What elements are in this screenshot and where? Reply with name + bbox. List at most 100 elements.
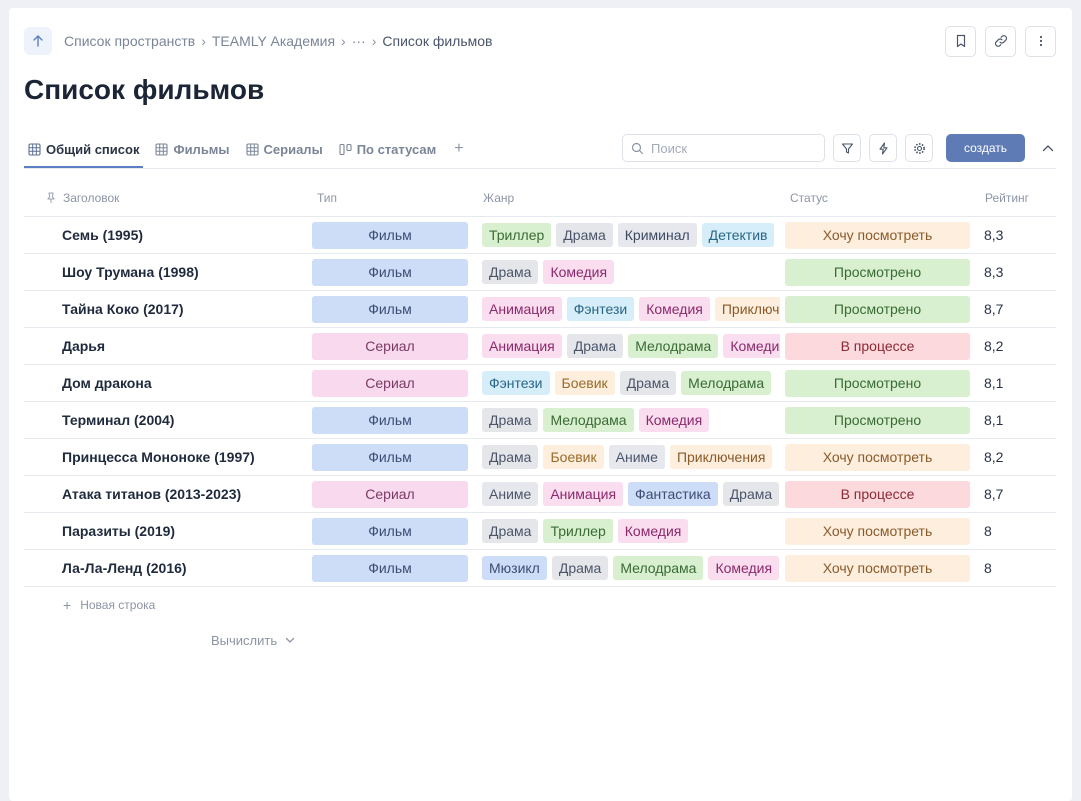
row-rating[interactable]: 8,2 (984, 439, 1003, 475)
top-actions (945, 25, 1056, 57)
copy-link-button[interactable] (985, 25, 1016, 57)
row-status-cell[interactable]: Хочу посмотреть (785, 217, 970, 253)
tab-label: Общий список (46, 141, 140, 157)
chevron-right-icon: › (341, 33, 346, 49)
breadcrumb-item-academy[interactable]: TEAMLY Академия (212, 33, 335, 49)
table-row[interactable]: Атака титанов (2013-2023) Сериал Аниме Аним… (24, 476, 1056, 513)
tab-by-status[interactable]: По статусам (335, 130, 441, 168)
row-status-cell[interactable]: Хочу посмотреть (785, 513, 970, 549)
row-status-cell[interactable]: Хочу посмотреть (785, 550, 970, 586)
row-rating[interactable]: 8 (984, 513, 992, 549)
row-rating[interactable]: 8,1 (984, 402, 1003, 438)
genre-tag: Комедия (708, 556, 780, 580)
row-genre-cell[interactable]: Аниме Анимация Фантастика Драма (482, 476, 780, 512)
genre-tag: Боевик (543, 445, 604, 469)
column-header-genre[interactable]: Жанр (483, 179, 514, 217)
row-rating[interactable]: 8,7 (984, 476, 1003, 512)
genre-tag: Драма (482, 260, 539, 284)
table-row[interactable]: Семь (1995) Фильм Триллер Драма Криминал Дете… (24, 217, 1056, 254)
column-header-rating[interactable]: Рейтинг (985, 179, 1029, 217)
row-title[interactable]: Дарья (62, 328, 105, 364)
row-rating[interactable]: 8,1 (984, 365, 1003, 401)
table-row[interactable]: Паразиты (2019) Фильм Драма Триллер Комедия Х… (24, 513, 1056, 550)
row-genre-cell[interactable]: Драма Комедия (482, 254, 780, 290)
search-input[interactable]: Поиск (622, 134, 825, 162)
column-header-type[interactable]: Тип (317, 179, 337, 217)
row-genre-cell[interactable]: Триллер Драма Криминал Детектив (482, 217, 780, 253)
tab-films[interactable]: Фильмы (151, 130, 233, 168)
row-rating[interactable]: 8,7 (984, 291, 1003, 327)
row-title[interactable]: Семь (1995) (62, 217, 143, 253)
row-type-cell[interactable]: Фильм (312, 439, 468, 475)
row-title[interactable]: Терминал (2004) (62, 402, 174, 438)
row-title[interactable]: Паразиты (2019) (62, 513, 175, 549)
row-genre-cell[interactable]: АнимацияДрамаМелодрамаКомедия (482, 328, 780, 364)
row-title[interactable]: Атака титанов (2013-2023) (62, 476, 241, 512)
row-type-cell[interactable]: Фильм (312, 550, 468, 586)
automation-button[interactable] (869, 134, 897, 162)
type-badge: Сериал (312, 369, 468, 397)
tab-series[interactable]: Сериалы (242, 130, 327, 168)
create-button[interactable]: создать (946, 134, 1025, 162)
row-title[interactable]: Тайна Коко (2017) (62, 291, 184, 327)
row-rating[interactable]: 8,3 (984, 217, 1003, 253)
table-row[interactable]: Терминал (2004) Фильм Драма Мелодрама Комеди… (24, 402, 1056, 439)
row-genre-cell[interactable]: Драма Мелодрама Комедия (482, 402, 780, 438)
tab-general-list[interactable]: Общий список (24, 130, 144, 168)
genre-tag: Фэнтези (566, 297, 635, 321)
row-type-cell[interactable]: Фильм (312, 291, 468, 327)
row-title[interactable]: Принцесса Мононоке (1997) (62, 439, 255, 475)
table-row[interactable]: Шоу Трумана (1998) Фильм Драма Комедия Просм… (24, 254, 1056, 291)
table-row[interactable]: Дом дракона Сериал Фэнтези Боевик Драма Мелод… (24, 365, 1056, 402)
add-view-button[interactable]: + (448, 130, 469, 168)
more-options-button[interactable] (1025, 25, 1056, 57)
column-header-status[interactable]: Статус (790, 179, 828, 217)
row-type-cell[interactable]: Фильм (312, 402, 468, 438)
bookmark-button[interactable] (945, 25, 976, 57)
genre-tag: Триллер (543, 519, 613, 543)
row-rating[interactable]: 8,2 (984, 328, 1003, 364)
table-icon (245, 142, 259, 156)
row-genre-cell[interactable]: АнимацияФэнтезиКомедияПриключения (482, 291, 780, 327)
row-status-cell[interactable]: Просмотрено (785, 291, 970, 327)
column-header-title[interactable]: Заголовок (46, 179, 119, 217)
row-type-cell[interactable]: Сериал (312, 328, 468, 364)
breadcrumb-item-spaces[interactable]: Список пространств (64, 33, 195, 49)
row-status-cell[interactable]: Просмотрено (785, 365, 970, 401)
row-genre-cell[interactable]: Мюзикл Драма Мелодрама Комедия (482, 550, 780, 586)
row-status-cell[interactable]: В процессе (785, 476, 970, 512)
settings-button[interactable] (905, 134, 933, 162)
row-type-cell[interactable]: Фильм (312, 254, 468, 290)
row-rating[interactable]: 8 (984, 550, 992, 586)
calculate-dropdown[interactable]: Вычислить (211, 633, 295, 648)
row-type-cell[interactable]: Сериал (312, 476, 468, 512)
row-rating[interactable]: 8,3 (984, 254, 1003, 290)
row-genre-cell[interactable]: Фэнтези Боевик Драма Мелодрама (482, 365, 780, 401)
row-title[interactable]: Ла-Ла-Ленд (2016) (62, 550, 187, 586)
plus-icon: + (454, 140, 464, 157)
row-status-cell[interactable]: Просмотрено (785, 254, 970, 290)
view-tabs: Общий список Фильмы Сериалы По статусам (24, 130, 470, 168)
row-status-cell[interactable]: Хочу посмотреть (785, 439, 970, 475)
collapse-button[interactable] (1034, 134, 1062, 162)
filter-button[interactable] (833, 134, 861, 162)
table-row[interactable]: Тайна Коко (2017) Фильм Анимация Фэнтези Ком… (24, 291, 1056, 328)
more-vertical-icon (1039, 35, 1042, 47)
table-row[interactable]: Ла-Ла-Ленд (2016) Фильм Мюзикл Драма Мелодра… (24, 550, 1056, 587)
row-status-cell[interactable]: Просмотрено (785, 402, 970, 438)
row-title[interactable]: Шоу Трумана (1998) (62, 254, 199, 290)
add-row-button[interactable]: + Новая строка (63, 597, 155, 613)
breadcrumb-item-ellipsis[interactable]: ··· (352, 33, 366, 49)
row-type-cell[interactable]: Сериал (312, 365, 468, 401)
table-row[interactable]: Принцесса Мононоке (1997) Фильм Драма Боеви… (24, 439, 1056, 476)
table-row[interactable]: Дарья Сериал АнимацияДрамаМелодрамаКомедия… (24, 328, 1056, 365)
type-badge: Сериал (312, 332, 468, 360)
row-genre-cell[interactable]: Драма Боевик Аниме Приключения (482, 439, 780, 475)
row-type-cell[interactable]: Фильм (312, 513, 468, 549)
row-title[interactable]: Дом дракона (62, 365, 152, 401)
row-type-cell[interactable]: Фильм (312, 217, 468, 253)
row-genre-cell[interactable]: Драма Триллер Комедия (482, 513, 780, 549)
page: Список пространств › TEAMLY Академия › ·… (9, 8, 1072, 801)
row-status-cell[interactable]: В процессе (785, 328, 970, 364)
navigate-up-button[interactable] (24, 27, 52, 55)
